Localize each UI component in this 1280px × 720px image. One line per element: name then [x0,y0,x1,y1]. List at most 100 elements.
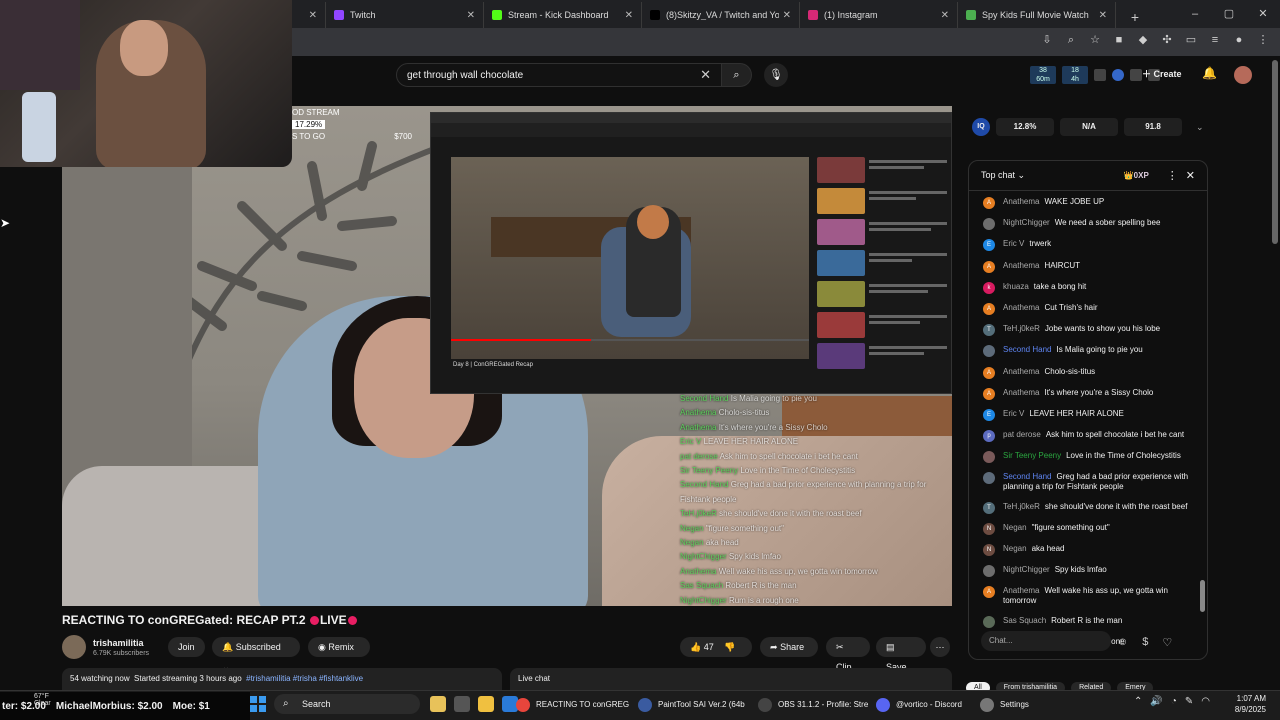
taskbar-app[interactable]: @vortico - Discord [876,694,976,716]
chat-avatar[interactable] [983,565,995,578]
browser-tab[interactable]: (1) Instagram ✕ [800,2,958,28]
close-chat-icon[interactable]: ✕ [1186,169,1195,182]
account-avatar[interactable] [1234,66,1252,84]
create-button[interactable]: ＋ Create [1138,64,1186,84]
clear-search-icon[interactable]: ✕ [700,67,711,83]
chat-author[interactable]: Eric V [1003,239,1024,248]
chat-avatar[interactable] [983,218,995,231]
shield-icon[interactable]: ◆ [1136,33,1150,47]
taskbar-app[interactable]: Settings [980,694,1040,716]
chat-avatar[interactable]: T [983,501,995,514]
chat-author[interactable]: Second Hand [1003,345,1051,354]
join-button[interactable]: Join [168,637,205,657]
chat-avatar[interactable]: E [983,239,995,252]
search-box[interactable]: get through wall chocolate ✕ [396,63,722,87]
chat-author[interactable]: Anathema [1003,388,1039,397]
video-description-header[interactable]: 54 watching now Started streaming 3 hour… [62,668,502,690]
minimize-button[interactable]: – [1178,0,1212,28]
chat-avatar[interactable] [983,451,995,464]
browser-tab[interactable]: ✕ [290,2,326,28]
taskbar-app[interactable]: OBS 31.1.2 - Profile: Stre [758,694,874,716]
taskbar-app[interactable]: PaintTool SAI Ver.2 (64b [638,694,754,716]
chat-author[interactable]: TeH.j0keR [1003,324,1040,333]
tab-close-icon[interactable]: ✕ [1099,10,1107,21]
thumbs-down-icon[interactable]: 👎 [724,642,735,652]
system-clock[interactable]: 1:07 AM 8/9/2025 [1226,693,1266,715]
tab-close-icon[interactable]: ✕ [783,10,791,21]
tab-close-icon[interactable]: ✕ [941,10,949,21]
install-icon[interactable]: ⇩ [1040,33,1054,47]
bookmark-star-icon[interactable]: ☆ [1088,33,1102,47]
search-button[interactable]: ⌕ [722,63,752,87]
new-tab-button[interactable]: + [1124,6,1146,28]
chat-author[interactable]: Anathema [1003,303,1039,312]
browser-tab[interactable]: (8)Skitzy_VA / Twitch and YouTu ✕ [642,2,800,28]
extension-icon[interactable] [1094,69,1106,81]
chat-scrollbar[interactable] [1200,196,1205,622]
subscribed-button[interactable]: 🔔 Subscribed ⌄ [212,637,300,672]
like-button[interactable]: 👍 47 👎 [680,637,752,657]
chat-avatar[interactable]: N [983,522,995,535]
chat-author[interactable]: Eric V [1003,409,1024,418]
tray-chevron-icon[interactable]: ⌃ [1134,696,1142,707]
profile-icon[interactable]: ● [1232,33,1246,47]
chat-input[interactable]: Chat... [981,631,1111,651]
search-input[interactable]: get through wall chocolate [407,70,700,81]
network-icon[interactable]: ◔ [1171,696,1177,707]
file-explorer-icon[interactable] [478,696,494,712]
chevron-down-icon[interactable]: ⌄ [1196,122,1204,133]
super-chat-icon[interactable]: $ [1142,636,1148,649]
chat-avatar[interactable] [983,615,995,628]
page-scrollbar[interactable] [1272,60,1278,244]
chat-avatar[interactable] [983,345,995,358]
browser-tab[interactable]: Twitch ✕ [326,2,484,28]
top-chat-dropdown[interactable]: Top chat ⌄ [981,170,1025,181]
weather-widget[interactable]: 67°F Clear [34,693,51,707]
speaker-icon[interactable]: 🔊 [1150,696,1162,707]
chat-author[interactable]: TeH.j0keR [1003,502,1040,511]
chat-avatar[interactable]: A [983,302,995,315]
chat-author[interactable]: khuaza [1003,282,1029,291]
maximize-button[interactable]: ▢ [1212,0,1246,28]
pen-icon[interactable]: ✎ [1185,696,1193,707]
chat-avatar[interactable]: A [983,387,995,400]
zoom-icon[interactable]: ⌕ [1064,33,1078,47]
close-window-button[interactable]: ✕ [1246,0,1280,28]
chat-author[interactable]: pat derose [1003,430,1041,439]
chat-author[interactable]: Second Hand [1003,472,1051,481]
chat-author[interactable]: NightChigger [1003,565,1050,574]
chat-author[interactable]: Anathema [1003,197,1039,206]
xp-badge[interactable]: 👑0XP [1124,171,1149,180]
widgets-icon[interactable] [430,696,446,712]
chat-avatar[interactable]: p [983,430,995,443]
chat-menu-icon[interactable]: ⋮ [1167,169,1178,182]
tab-close-icon[interactable]: ✕ [309,10,317,21]
taskbar-search[interactable]: ⌕ Search [274,694,420,714]
tab-close-icon[interactable]: ✕ [467,10,475,21]
remix-button[interactable]: ◉ Remix [308,637,370,657]
task-view-icon[interactable] [454,696,470,712]
browser-tab[interactable]: Spy Kids Full Movie Watch ✕ [958,2,1116,28]
extension-icon[interactable]: ■ [1112,33,1126,47]
chat-avatar[interactable]: A [983,586,995,599]
channel-name[interactable]: trishamilitia [93,638,149,648]
chat-avatar[interactable]: N [983,544,995,556]
chat-author[interactable]: Anathema [1003,586,1039,595]
extension-icon[interactable] [1112,69,1124,81]
chat-avatar[interactable]: T [983,324,995,337]
menu-lines-icon[interactable]: ≡ [1208,33,1222,47]
sidebar-icon[interactable]: ▭ [1184,33,1198,47]
emoji-icon[interactable]: ☺ [1117,636,1128,649]
chat-avatar[interactable]: k [983,281,995,294]
browser-tab[interactable]: Stream - Kick Dashboard ✕ [484,2,642,28]
windows-start-icon[interactable] [250,696,266,712]
chat-author[interactable]: Sas Squach [1003,616,1046,625]
chat-author[interactable]: Sir Teeny Peeny [1003,451,1061,460]
chat-author[interactable]: Anathema [1003,367,1039,376]
wifi-icon[interactable]: ◠ [1201,696,1210,707]
voice-search-button[interactable]: 🎙 [764,63,788,87]
chat-avatar[interactable] [983,472,995,485]
chat-author[interactable]: Anathema [1003,261,1039,270]
chat-avatar[interactable]: A [983,197,995,209]
more-actions-button[interactable]: ⋯ [930,637,950,657]
